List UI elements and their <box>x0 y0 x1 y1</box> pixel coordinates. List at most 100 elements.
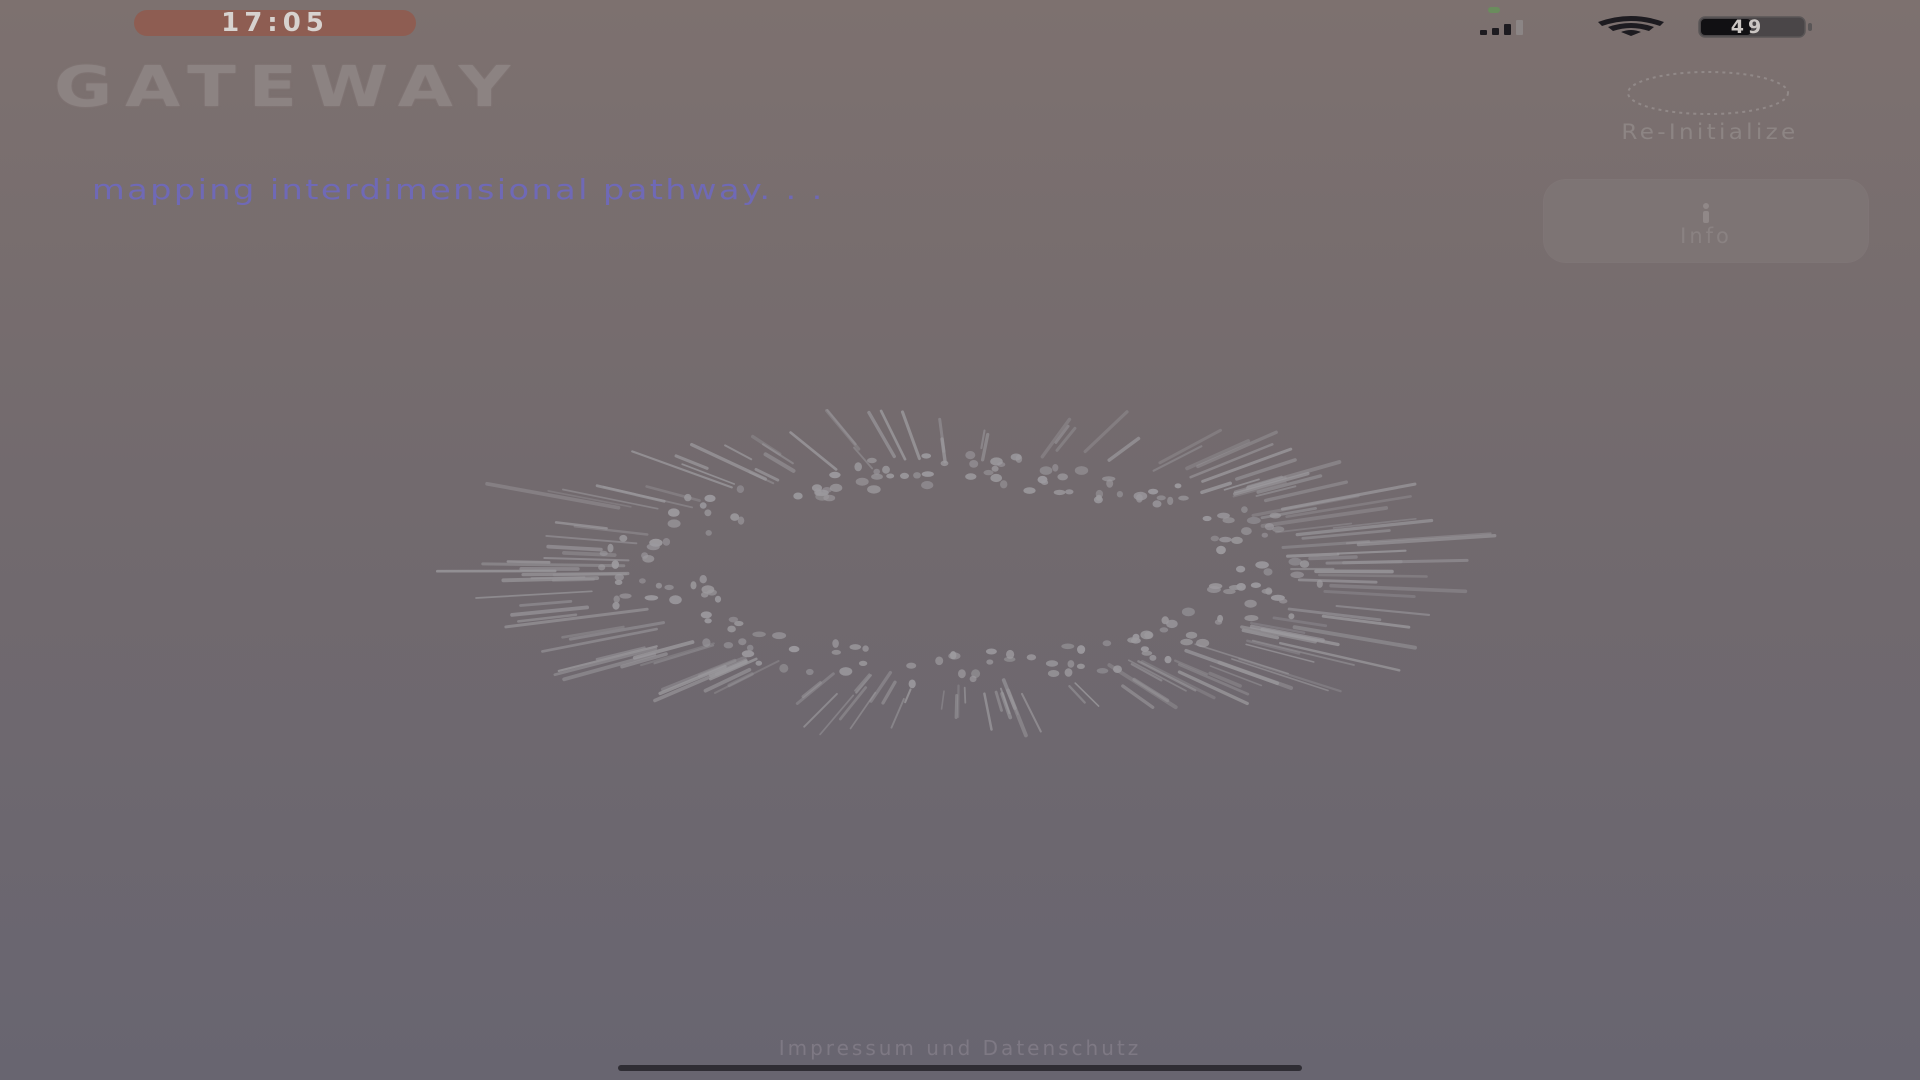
particle-dot <box>1023 487 1036 494</box>
app-screen: 17:05 49 GATEWAY mapping interdimensiona… <box>0 0 1920 1080</box>
particle-dot <box>699 575 707 584</box>
particle-dot <box>705 530 712 536</box>
particle-dot <box>832 639 839 648</box>
particle-dot <box>1290 571 1304 579</box>
info-icon <box>1703 203 1709 223</box>
particle-dot <box>1255 561 1269 569</box>
particle-streak <box>661 658 737 692</box>
particle-dot <box>598 564 606 571</box>
particle-dot <box>699 502 707 509</box>
particle-dot <box>1074 466 1089 475</box>
particle-streak <box>1281 540 1371 549</box>
particle-dot <box>727 625 736 633</box>
info-button[interactable]: Info <box>1544 180 1868 262</box>
particle-streak <box>819 694 855 736</box>
particle-dot <box>1026 654 1037 661</box>
particle-dot <box>1144 631 1154 639</box>
impressum-link[interactable]: Impressum und Datenschutz <box>560 1036 1360 1060</box>
particle-streak <box>1286 552 1340 558</box>
particle-dot <box>882 465 890 474</box>
camera-indicator-dot <box>1488 7 1500 13</box>
particle-dot <box>1152 500 1162 508</box>
particle-dot <box>871 473 883 480</box>
particle-streak <box>521 571 630 577</box>
particle-streak <box>789 431 838 471</box>
particle-streak <box>475 590 593 599</box>
particle-dot <box>1244 599 1257 608</box>
particle-streak <box>1308 555 1358 561</box>
particle-dot <box>728 616 739 623</box>
particle-dot <box>1000 480 1008 489</box>
particle-streak <box>1021 692 1042 733</box>
particle-dot <box>662 538 671 546</box>
particle-dot <box>639 578 646 584</box>
particle-dot <box>1178 495 1189 501</box>
particle-dot <box>619 593 632 599</box>
particle-dot <box>886 473 895 479</box>
particle-streak <box>803 692 838 728</box>
home-indicator[interactable] <box>618 1065 1302 1071</box>
particle-dot <box>1096 668 1109 674</box>
particle-dot <box>1057 473 1068 481</box>
particle-dot <box>1181 607 1195 617</box>
particle-dot <box>723 642 734 649</box>
particle-streak <box>1342 560 1403 565</box>
particle-dot <box>1077 645 1086 654</box>
particle-dot <box>1064 668 1073 677</box>
particle-dot <box>1196 638 1210 648</box>
particle-dot <box>1269 512 1282 519</box>
particle-ring <box>435 409 1497 738</box>
particle-dot <box>1261 532 1268 538</box>
particle-dot <box>704 509 712 517</box>
particle-dot <box>1047 670 1060 677</box>
time-pill: 17:05 <box>134 10 416 36</box>
particle-dot <box>619 534 628 542</box>
particle-streak <box>954 694 959 719</box>
particle-dot <box>607 543 614 553</box>
reinitialize-button[interactable]: Re-Initialize <box>1560 62 1860 152</box>
particle-streak <box>1279 641 1401 672</box>
particle-dot <box>1316 579 1323 588</box>
particle-streak <box>1297 578 1378 584</box>
particle-dot <box>1039 466 1053 475</box>
cellular-signal-icon <box>1480 20 1523 35</box>
particle-dot <box>1116 491 1123 498</box>
particle-dot <box>1113 665 1122 673</box>
particle-streak <box>825 409 861 451</box>
particle-dot <box>1164 655 1172 664</box>
particle-dot <box>1015 454 1023 463</box>
reinitialize-label: Re-Initialize <box>1621 120 1799 144</box>
particle-dot <box>965 451 976 460</box>
battery-percentage: 49 <box>1730 16 1766 38</box>
particle-dot <box>704 618 712 624</box>
particle-dot <box>1166 619 1178 629</box>
particle-streak <box>1272 616 1328 628</box>
particle-streak <box>543 557 630 562</box>
particle-dot <box>1003 656 1016 662</box>
particle-streak <box>501 576 600 583</box>
particle-dot <box>1202 515 1212 522</box>
particle-dot <box>1214 619 1223 625</box>
particle-streak <box>881 680 897 705</box>
particle-dot <box>990 457 1003 466</box>
particle-dot <box>921 471 934 477</box>
particle-dot <box>906 662 917 669</box>
particle-dot <box>752 631 766 638</box>
particle-streak <box>1329 583 1468 594</box>
particle-dot <box>667 519 681 528</box>
particle-dot <box>1241 527 1252 536</box>
particle-streak <box>900 410 921 461</box>
particle-dot <box>1185 631 1198 639</box>
particle-dot <box>611 560 619 569</box>
particle-dot <box>1127 637 1138 643</box>
particle-dot <box>1231 536 1243 544</box>
particle-dot <box>599 550 608 557</box>
particle-dot <box>858 660 868 666</box>
particle-dot <box>613 595 620 603</box>
particle-dot <box>702 638 711 647</box>
particle-streak <box>690 442 767 481</box>
particle-dot <box>940 460 949 467</box>
particle-dot <box>1272 526 1285 533</box>
particle-dot <box>730 513 740 521</box>
particle-dot <box>669 595 682 605</box>
